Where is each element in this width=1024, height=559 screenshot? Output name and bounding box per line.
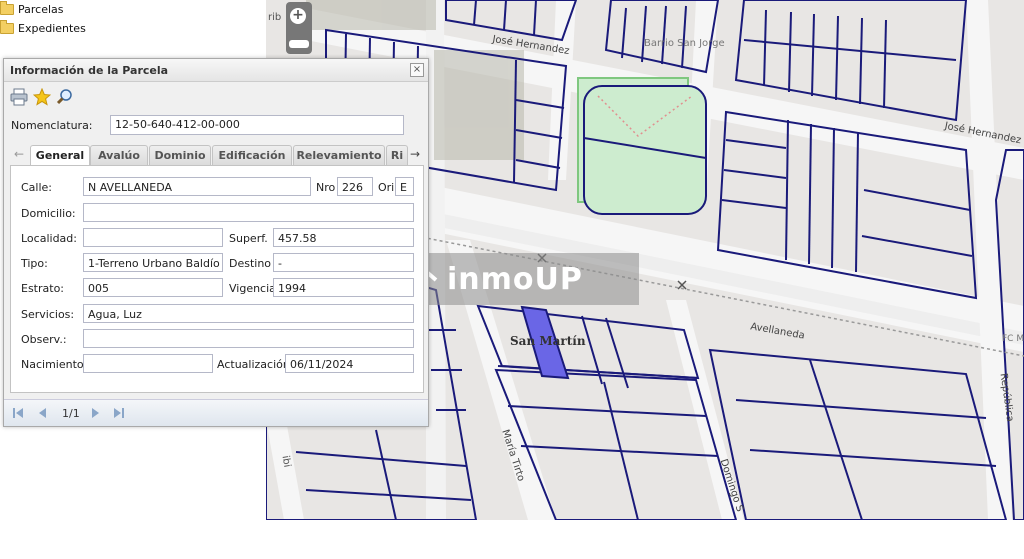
search-icon[interactable]	[56, 88, 74, 106]
superf-label: Superf.	[229, 232, 268, 245]
tab-avaluo[interactable]: Avalúo	[90, 145, 148, 165]
calle-field[interactable]: N AVELLANEDA	[83, 177, 311, 196]
tree-item-label: Expedientes	[18, 21, 86, 35]
page-indicator: 1/1	[62, 407, 80, 420]
dialog-header[interactable]: Información de la Parcela ×	[4, 59, 428, 82]
tipo-field[interactable]: 1-Terreno Urbano Baldío	[83, 253, 223, 272]
nomenclatura-field[interactable]: 12-50-640-412-00-000	[110, 115, 404, 135]
last-page-icon[interactable]	[113, 407, 125, 419]
nacimiento-label: Nacimiento:	[21, 358, 88, 371]
tab-ri[interactable]: Ri	[386, 145, 408, 165]
ori-label: Ori	[378, 181, 395, 194]
folder-icon	[0, 0, 14, 15]
close-button[interactable]: ×	[410, 63, 424, 77]
localidad-field[interactable]	[83, 228, 223, 247]
nro-label: Nro	[316, 181, 336, 194]
nomenclatura-label: Nomenclatura:	[11, 119, 93, 132]
servicios-label: Servicios:	[21, 308, 75, 321]
tab-panel-general: Calle: N AVELLANEDA Nro 226 Ori E Domici…	[10, 165, 424, 393]
street-label-ibi: ibi	[279, 454, 293, 469]
servicios-field[interactable]: Agua, Luz	[83, 304, 414, 323]
tab-scroll-left-icon[interactable]: ←	[10, 144, 28, 164]
destino-field[interactable]: -	[273, 253, 414, 272]
localidad-label: Localidad:	[21, 232, 77, 245]
nacimiento-field[interactable]	[83, 354, 213, 373]
domicilio-field[interactable]	[83, 203, 414, 222]
star-icon[interactable]	[32, 87, 52, 106]
observ-field[interactable]	[83, 329, 414, 348]
actualizacion-field[interactable]: 06/11/2024	[285, 354, 414, 373]
next-page-icon[interactable]	[90, 407, 102, 419]
tab-edificacion[interactable]: Edificación	[212, 145, 292, 165]
watermark-text: inmoUP	[447, 261, 583, 297]
actualizacion-label: Actualización	[217, 358, 290, 371]
zoom-in-button[interactable]: +	[290, 8, 306, 24]
observ-label: Observ.:	[21, 333, 67, 346]
street-label-san-martin: San Martín	[510, 334, 586, 348]
first-page-icon[interactable]	[12, 407, 24, 419]
prev-page-icon[interactable]	[36, 407, 48, 419]
label-fc: FC Ma	[1002, 334, 1024, 344]
ori-field[interactable]: E	[395, 177, 414, 196]
tipo-label: Tipo:	[21, 257, 48, 270]
street-label-rib: rib	[268, 12, 282, 23]
pager-toolbar: 1/1	[4, 399, 428, 426]
print-icon[interactable]	[10, 88, 28, 106]
tab-scroll-right-icon[interactable]: →	[406, 144, 424, 164]
superf-field[interactable]: 457.58	[273, 228, 414, 247]
destino-label: Destino	[229, 257, 272, 270]
estrato-label: Estrato:	[21, 282, 65, 295]
tab-general[interactable]: General	[30, 145, 90, 166]
tab-strip: ← General Avalúo Dominio Edificación Rel…	[10, 144, 424, 166]
tree-item-parcelas[interactable]: Parcelas	[0, 0, 64, 18]
domicilio-label: Domicilio:	[21, 207, 76, 220]
estrato-field[interactable]: 005	[83, 278, 223, 297]
tree-item-expedientes[interactable]: Expedientes	[0, 19, 86, 37]
dialog-title: Información de la Parcela	[10, 64, 169, 77]
tree-item-label: Parcelas	[18, 2, 64, 16]
folder-icon	[0, 19, 14, 34]
dialog-toolbar	[4, 82, 428, 110]
zoom-control[interactable]: +	[286, 2, 312, 54]
nro-field[interactable]: 226	[337, 177, 373, 196]
tab-relevamiento[interactable]: Relevamiento	[293, 145, 385, 165]
parcel-info-dialog: Información de la Parcela × Nomenclatura…	[3, 58, 429, 427]
calle-label: Calle:	[21, 181, 53, 194]
label-barrio: Barrio San Jorge	[644, 38, 725, 49]
vigencia-label: Vigencia	[229, 282, 276, 295]
tab-dominio[interactable]: Dominio	[149, 145, 211, 165]
vigencia-field[interactable]: 1994	[273, 278, 414, 297]
zoom-out-button[interactable]	[289, 40, 309, 48]
